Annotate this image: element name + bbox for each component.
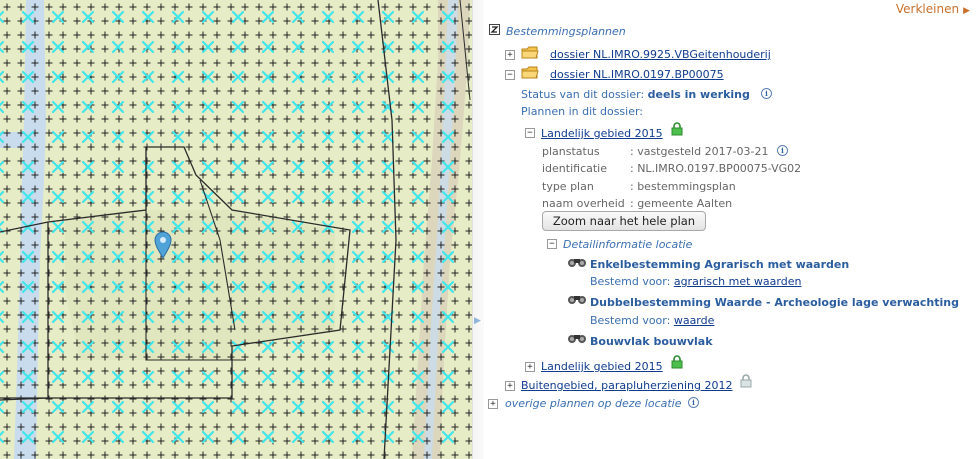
item3-title[interactable]: Bouwvlak bouwvlak <box>590 335 713 348</box>
lock-icon <box>670 355 684 369</box>
collapse-plan1-button[interactable]: − <box>525 128 535 138</box>
status-row: Status van dit dossier: deels in werking <box>521 88 750 101</box>
status-value: deels in werking <box>647 88 750 101</box>
arrow-right-icon[interactable]: ▶ <box>474 316 481 326</box>
info-icon[interactable]: i <box>777 145 788 156</box>
item1-bestemd: Bestemd voor: agrarisch met waarden <box>590 275 801 288</box>
plan3-link[interactable]: Buitengebied, parapluherziening 2012 <box>521 379 733 392</box>
bestemd-link[interactable]: waarde <box>674 314 715 327</box>
expand-dossier1-button[interactable]: + <box>505 50 515 60</box>
binoculars-icon <box>567 256 587 268</box>
map-canvas[interactable] <box>0 0 472 459</box>
layers-icon <box>489 24 500 35</box>
bestemd-label: Bestemd voor: <box>590 314 671 327</box>
collapse-label: Verkleinen <box>895 2 960 16</box>
root-label[interactable]: Bestemmingsplannen <box>506 25 626 38</box>
collapse-dossier2-button[interactable]: − <box>505 70 515 80</box>
zoom-plan-button[interactable]: Zoom naar het hele plan <box>542 211 706 231</box>
item2-title[interactable]: Dubbelbestemming Waarde - Archeologie la… <box>590 296 959 309</box>
item2-bestemd: Bestemd voor: waarde <box>590 314 714 327</box>
binoculars-icon <box>567 293 587 305</box>
dossier2-link[interactable]: dossier NL.IMRO.0197.BP00075 <box>550 68 724 81</box>
meta-key: planstatus <box>542 145 600 158</box>
expand-plan2-button[interactable]: + <box>525 362 535 372</box>
folder-icon <box>521 46 539 59</box>
detail-label[interactable]: Detailinformatie locatie <box>563 238 692 251</box>
meta-value: : vastgesteld 2017-03-21 <box>630 145 769 158</box>
dossier1-link[interactable]: dossier NL.IMRO.9925.VBGeitenhouderij <box>550 48 771 61</box>
meta-key: naam overheid <box>542 197 625 210</box>
map-view[interactable] <box>0 0 472 459</box>
other-plans-label[interactable]: overige plannen op deze locatie <box>505 397 682 410</box>
plans-label: Plannen in dit dossier: <box>521 105 644 118</box>
folder-icon <box>521 66 539 79</box>
meta-key: type plan <box>542 180 594 193</box>
collapse-detail-button[interactable]: − <box>547 239 557 249</box>
bestemd-label: Bestemd voor: <box>590 275 671 288</box>
collapse-button[interactable]: Verkleinen ▶ <box>896 2 970 16</box>
meta-value: : bestemmingsplan <box>630 180 736 193</box>
expand-other-plans-button[interactable]: + <box>488 399 498 409</box>
bestemd-link[interactable]: agrarisch met waarden <box>674 275 802 288</box>
lock-icon <box>739 374 753 388</box>
binoculars-icon <box>567 332 587 344</box>
plan1-link[interactable]: Landelijk gebied 2015 <box>541 127 663 140</box>
status-label: Status van dit dossier: <box>521 88 645 101</box>
lock-icon <box>670 122 684 136</box>
expand-plan3-button[interactable]: + <box>505 381 515 391</box>
info-icon[interactable]: i <box>761 88 772 99</box>
info-panel: Verkleinen ▶ Bestemmingsplannen + dossier… <box>484 0 978 459</box>
info-icon[interactable]: i <box>688 397 699 408</box>
item1-title[interactable]: Enkelbestemming Agrarisch met waarden <box>590 258 849 271</box>
triangle-right-icon: ▶ <box>963 6 970 16</box>
plan2-link[interactable]: Landelijk gebied 2015 <box>541 360 663 373</box>
meta-value: : NL.IMRO.0197.BP00075-VG02 <box>630 162 802 175</box>
meta-value: : gemeente Aalten <box>630 197 733 210</box>
meta-key: identificatie <box>542 162 608 175</box>
